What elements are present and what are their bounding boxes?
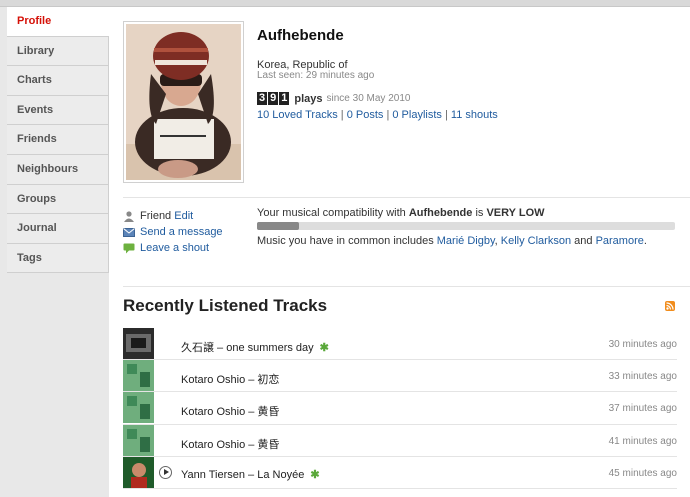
- person-icon: [123, 210, 135, 222]
- common-artist-link[interactable]: Marié Digby: [437, 235, 495, 247]
- friend-label: Friend: [140, 210, 172, 222]
- plays-since: since 30 May 2010: [326, 93, 411, 104]
- plays-label: plays: [294, 92, 323, 105]
- avatar[interactable]: [123, 21, 244, 183]
- profile-main: Aufhebende Korea, Republic of Last seen:…: [109, 7, 690, 497]
- last-seen-text: Last seen: 29 minutes ago: [257, 70, 375, 81]
- envelope-icon: [123, 227, 135, 238]
- track-name[interactable]: Yann Tiersen – La Noyée: [181, 469, 304, 481]
- track-title[interactable]: Kotaro Oshio – 初恋: [181, 371, 279, 387]
- track-name[interactable]: Kotaro Oshio – 初恋: [181, 374, 279, 386]
- send-message-link[interactable]: Send a message: [140, 226, 223, 238]
- sidebar-item-friends[interactable]: Friends: [7, 125, 109, 155]
- friend-action: Friend Edit: [123, 208, 223, 224]
- compatibility-text: Your musical compatibility with Aufheben…: [257, 207, 545, 219]
- sidebar-item-tags[interactable]: Tags: [7, 243, 109, 274]
- compatibility-prefix: Your musical compatibility with: [257, 207, 406, 219]
- stats-separator: |: [340, 109, 344, 121]
- track-row[interactable]: 久石譲 – one summers day ✱ 30 minutes ago: [123, 328, 677, 361]
- common-artists: Music you have in common includes Marié …: [257, 235, 647, 247]
- play-count-digit: 3: [257, 92, 268, 105]
- album-art[interactable]: [123, 328, 154, 359]
- profile-username: Aufhebende: [257, 27, 344, 44]
- album-art[interactable]: [123, 360, 154, 392]
- sidebar-item-profile[interactable]: Profile: [7, 7, 109, 37]
- track-title[interactable]: Kotaro Oshio – 黄昏: [181, 436, 279, 452]
- list-period: .: [643, 235, 647, 247]
- profile-stats: 10 Loved Tracks | 0 Posts | 0 Playlists …: [257, 109, 498, 121]
- recent-tracks-list: 久石譲 – one summers day ✱ 30 minutes ago Ko…: [123, 328, 677, 489]
- leave-shout-link[interactable]: Leave a shout: [140, 242, 209, 254]
- posts-link[interactable]: 0 Posts: [347, 109, 384, 121]
- compatibility-is: is: [475, 207, 484, 219]
- divider: [123, 197, 690, 198]
- sidebar-item-groups[interactable]: Groups: [7, 184, 109, 215]
- track-name[interactable]: Kotaro Oshio – 黄昏: [181, 439, 279, 451]
- album-art[interactable]: [123, 392, 154, 424]
- compatibility-user: Aufhebende: [408, 207, 473, 219]
- sidebar-item-events[interactable]: Events: [7, 95, 109, 126]
- common-prefix: Music you have in common includes: [257, 235, 434, 247]
- track-timestamp: 41 minutes ago: [608, 435, 677, 447]
- track-row[interactable]: Yann Tiersen – La Noyée ✱ 45 minutes ago: [123, 456, 677, 489]
- send-message-action[interactable]: Send a message: [123, 224, 223, 240]
- track-row[interactable]: Kotaro Oshio – 初恋 33 minutes ago: [123, 360, 677, 393]
- album-art[interactable]: [123, 456, 154, 488]
- play-count: 3 9 1 plays since 30 May 2010: [257, 92, 410, 105]
- divider: [123, 286, 690, 287]
- track-timestamp: 37 minutes ago: [608, 403, 677, 415]
- stats-separator: |: [386, 109, 390, 121]
- track-title[interactable]: 久石譲 – one summers day ✱: [181, 339, 329, 355]
- loved-icon: ✱: [310, 468, 320, 481]
- play-count-digit: 9: [268, 92, 279, 105]
- track-name[interactable]: Kotaro Oshio – 黄昏: [181, 406, 279, 418]
- play-icon[interactable]: [159, 465, 172, 479]
- album-art[interactable]: [123, 424, 154, 456]
- edit-friend-link[interactable]: Edit: [174, 210, 193, 222]
- compatibility-meter: [257, 222, 675, 230]
- rss-icon[interactable]: [665, 301, 675, 311]
- sidebar-item-library[interactable]: Library: [7, 36, 109, 67]
- speech-bubble-icon: [123, 243, 135, 254]
- profile-sidebar: Profile Library Charts Events Friends Ne…: [7, 7, 109, 274]
- profile-actions: Friend Edit Send a message Leave a shout: [123, 208, 223, 256]
- sidebar-item-charts[interactable]: Charts: [7, 66, 109, 96]
- track-timestamp: 33 minutes ago: [608, 371, 677, 383]
- list-and: and: [574, 235, 593, 247]
- top-bar: [0, 0, 690, 7]
- shouts-link[interactable]: 11 shouts: [451, 109, 498, 121]
- common-artist-link[interactable]: Paramore: [596, 235, 644, 247]
- loved-tracks-link[interactable]: 10 Loved Tracks: [257, 109, 338, 121]
- play-count-digit: 1: [279, 92, 290, 105]
- loved-icon: ✱: [319, 342, 329, 354]
- leave-shout-action[interactable]: Leave a shout: [123, 240, 223, 256]
- list-comma: ,: [494, 235, 498, 247]
- sidebar-item-neighbours[interactable]: Neighbours: [7, 154, 109, 185]
- track-row[interactable]: Kotaro Oshio – 黄昏 37 minutes ago: [123, 392, 677, 425]
- compatibility-level: VERY LOW: [486, 207, 545, 219]
- track-title[interactable]: Kotaro Oshio – 黄昏: [181, 403, 279, 419]
- track-name[interactable]: 久石譲 – one summers day: [181, 342, 314, 354]
- track-timestamp: 45 minutes ago: [608, 467, 677, 479]
- sidebar-item-journal[interactable]: Journal: [7, 214, 109, 244]
- track-timestamp: 30 minutes ago: [608, 339, 677, 350]
- recent-tracks-title: Recently Listened Tracks: [123, 296, 328, 315]
- stats-separator: |: [444, 109, 448, 121]
- common-artist-link[interactable]: Kelly Clarkson: [501, 235, 571, 247]
- track-title[interactable]: Yann Tiersen – La Noyée ✱: [181, 468, 320, 481]
- compatibility-meter-fill: [257, 222, 299, 230]
- playlists-link[interactable]: 0 Playlists: [392, 109, 442, 121]
- track-row[interactable]: Kotaro Oshio – 黄昏 41 minutes ago: [123, 424, 677, 457]
